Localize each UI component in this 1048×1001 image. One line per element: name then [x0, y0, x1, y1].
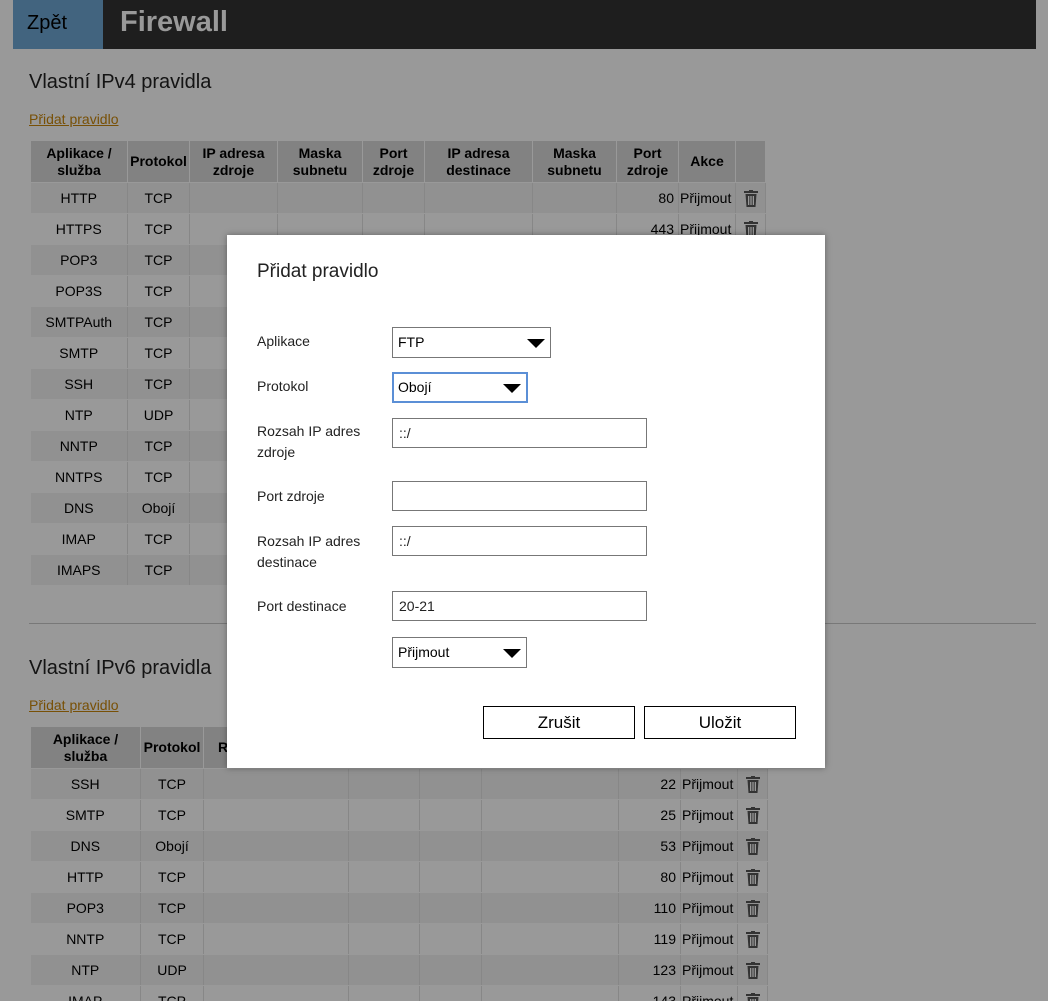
- caret-down-icon: [503, 383, 521, 393]
- destination-port-input[interactable]: 20-21: [392, 591, 647, 621]
- source-port-label: Port zdroje: [257, 488, 325, 504]
- destination-ip-range-label: Rozsah IP adres destinace: [257, 533, 361, 570]
- protocol-select-value: Obojí: [398, 379, 432, 395]
- caret-down-icon: [503, 648, 521, 658]
- protocol-select[interactable]: Obojí: [392, 372, 528, 403]
- source-ip-range-label: Rozsah IP adres zdroje: [257, 423, 361, 460]
- dialog-title: Přidat pravidlo: [257, 261, 379, 282]
- caret-down-icon: [527, 338, 545, 348]
- add-rule-dialog: Přidat pravidlo Aplikace FTP Protokol Ob…: [227, 235, 825, 768]
- application-label: Aplikace: [257, 333, 310, 349]
- action-select-value: Přijmout: [398, 644, 450, 660]
- application-select[interactable]: FTP: [392, 327, 551, 358]
- source-port-input[interactable]: [392, 481, 647, 511]
- destination-ip-range-input[interactable]: ::/: [392, 526, 647, 556]
- cancel-button[interactable]: Zrušit: [483, 706, 635, 739]
- destination-port-label: Port destinace: [257, 598, 347, 614]
- application-select-value: FTP: [398, 334, 425, 350]
- protocol-label: Protokol: [257, 378, 309, 394]
- save-button[interactable]: Uložit: [644, 706, 796, 739]
- source-ip-range-input[interactable]: ::/: [392, 418, 647, 448]
- action-select[interactable]: Přijmout: [392, 637, 527, 668]
